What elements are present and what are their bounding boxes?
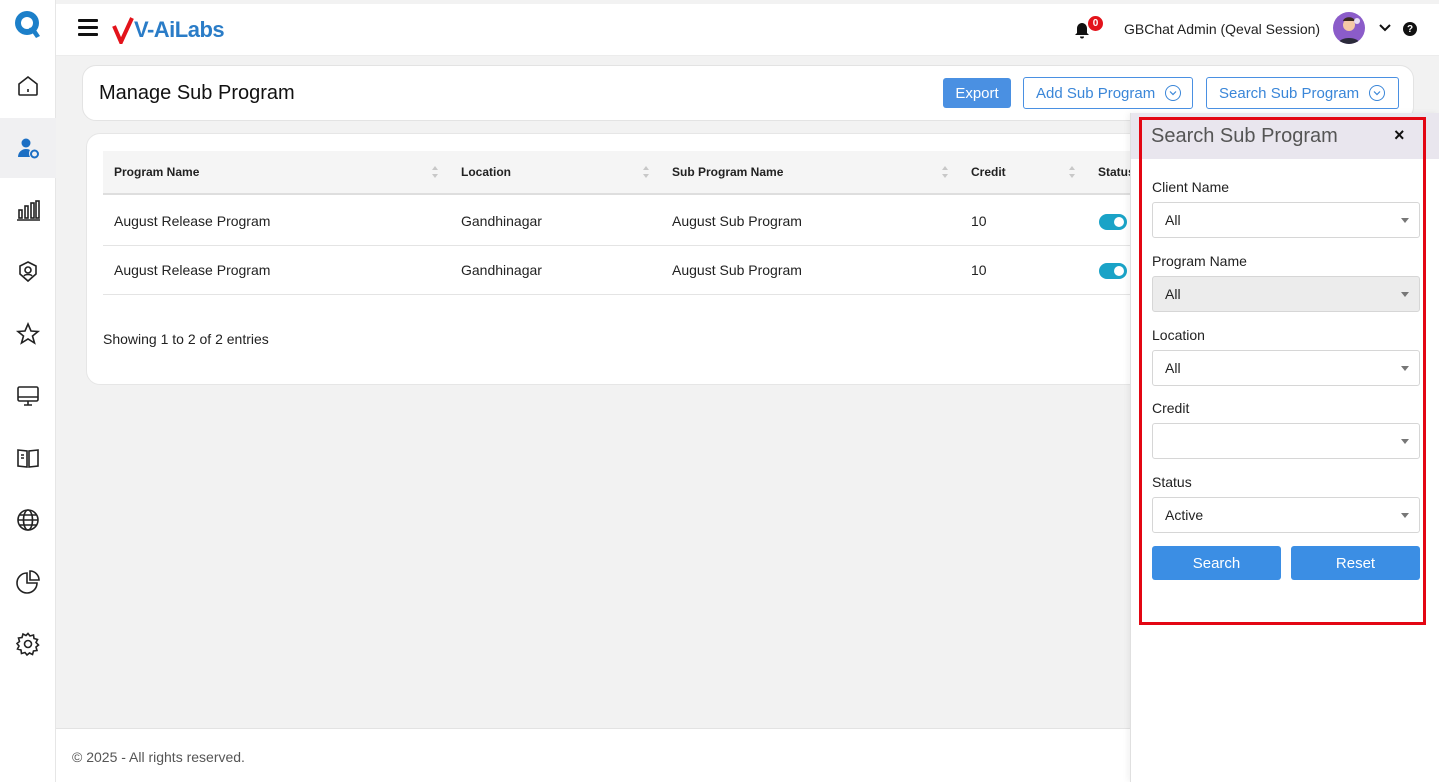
sort-icon[interactable] (431, 165, 439, 179)
sidebar-item-users[interactable] (0, 118, 56, 178)
sidebar-item-analytics[interactable] (0, 552, 56, 612)
search-sub-program-panel: Search Sub Program × Client Name All Pro… (1130, 113, 1439, 782)
panel-title: Search Sub Program (1151, 125, 1338, 147)
status-value: Active (1165, 507, 1204, 523)
location-value: All (1165, 360, 1181, 376)
brand-name: V-AiLabs (134, 17, 225, 42)
client-name-value: All (1165, 212, 1181, 228)
dropdown-caret-icon (1401, 366, 1409, 371)
program-name-value: All (1165, 286, 1181, 302)
sidebar-item-badges[interactable] (0, 242, 56, 302)
user-settings-icon (18, 138, 39, 159)
cell-program-name: August Release Program (114, 262, 271, 278)
monitor-icon (17, 386, 39, 406)
table-row: August Release Program Gandhinagar Augus… (103, 246, 1167, 295)
badge-icon (19, 261, 37, 283)
client-name-label: Client Name (1152, 179, 1230, 195)
location-label: Location (1152, 327, 1205, 343)
search-sub-program-label: Search Sub Program (1219, 84, 1360, 102)
hamburger-menu-icon[interactable] (78, 19, 98, 37)
sidebar-item-settings[interactable] (0, 614, 56, 674)
notification-bell[interactable]: 0 (1073, 16, 1103, 42)
sort-icon[interactable] (642, 165, 650, 179)
v-logo-icon (112, 17, 134, 44)
add-sub-program-button[interactable]: Add Sub Program (1023, 77, 1193, 109)
credit-label: Credit (1152, 400, 1190, 416)
table-row: August Release Program Gandhinagar Augus… (103, 197, 1167, 246)
bar-chart-icon (17, 200, 40, 221)
reset-button[interactable]: Reset (1291, 546, 1420, 580)
avatar-icon (1338, 17, 1360, 44)
column-header-location[interactable]: Location (461, 151, 511, 193)
sidebar-item-library[interactable] (0, 428, 56, 488)
cell-sub-program-name: August Sub Program (672, 262, 802, 278)
cell-credit: 10 (971, 213, 987, 229)
client-name-select[interactable]: All (1152, 202, 1420, 238)
search-button[interactable]: Search (1152, 546, 1281, 580)
copyright-text: © 2025 - All rights reserved. (72, 749, 245, 765)
credit-select[interactable] (1152, 423, 1420, 459)
dropdown-caret-icon (1401, 292, 1409, 297)
pie-chart-icon (16, 570, 40, 594)
chevron-circle-icon (1165, 85, 1182, 101)
status-select[interactable]: Active (1152, 497, 1420, 533)
brand-logo[interactable]: V-AiLabs (112, 14, 225, 46)
status-toggle[interactable] (1099, 214, 1127, 230)
chevron-circle-icon (1369, 85, 1386, 101)
sort-icon[interactable] (1068, 165, 1076, 179)
sidebar-item-home[interactable] (0, 56, 56, 116)
table-info: Showing 1 to 2 of 2 entries (103, 331, 269, 347)
home-icon (18, 75, 38, 96)
avatar[interactable] (1333, 12, 1365, 44)
cell-credit: 10 (971, 262, 987, 278)
cell-program-name: August Release Program (114, 213, 271, 229)
cell-location: Gandhinagar (461, 262, 542, 278)
location-select[interactable]: All (1152, 350, 1420, 386)
add-sub-program-label: Add Sub Program (1036, 84, 1156, 102)
sort-icon[interactable] (941, 165, 949, 179)
dropdown-caret-icon (1401, 513, 1409, 518)
page-title: Manage Sub Program (99, 82, 295, 104)
search-sub-program-button[interactable]: Search Sub Program (1206, 77, 1399, 109)
globe-icon (17, 509, 39, 531)
column-header-credit[interactable]: Credit (971, 151, 1006, 193)
program-name-label: Program Name (1152, 253, 1247, 269)
sidebar-item-favorites[interactable] (0, 304, 56, 364)
help-icon[interactable]: ? (1403, 22, 1417, 36)
sidebar-item-web[interactable] (0, 490, 56, 550)
gear-icon (15, 632, 40, 657)
column-header-sub-program-name[interactable]: Sub Program Name (672, 151, 783, 193)
sub-program-table-card: Program Name Location Sub Program Name C… (86, 133, 1167, 385)
dropdown-caret-icon (1401, 439, 1409, 444)
column-header-program-name[interactable]: Program Name (114, 151, 199, 193)
dropdown-caret-icon (1401, 218, 1409, 223)
cell-sub-program-name: August Sub Program (672, 213, 802, 229)
export-button[interactable]: Export (943, 78, 1011, 108)
app-logo-icon[interactable] (14, 10, 42, 42)
star-icon (15, 321, 41, 345)
panel-header: Search Sub Program × (1131, 113, 1439, 159)
cell-location: Gandhinagar (461, 213, 542, 229)
notification-count-badge: 0 (1088, 16, 1103, 31)
left-sidebar (0, 0, 56, 782)
close-icon[interactable]: × (1394, 126, 1408, 144)
book-icon (17, 449, 39, 468)
status-toggle[interactable] (1099, 263, 1127, 279)
sidebar-item-reports[interactable] (0, 180, 56, 240)
chevron-down-icon[interactable] (1377, 20, 1393, 36)
program-name-select[interactable]: All (1152, 276, 1420, 312)
table-header: Program Name Location Sub Program Name C… (103, 151, 1167, 195)
sidebar-item-display[interactable] (0, 366, 56, 426)
user-name[interactable]: GBChat Admin (Qeval Session) (1124, 21, 1320, 37)
status-label: Status (1152, 474, 1192, 490)
top-header: V-AiLabs 0 GBChat Admin (Qeval Session) … (56, 4, 1439, 56)
